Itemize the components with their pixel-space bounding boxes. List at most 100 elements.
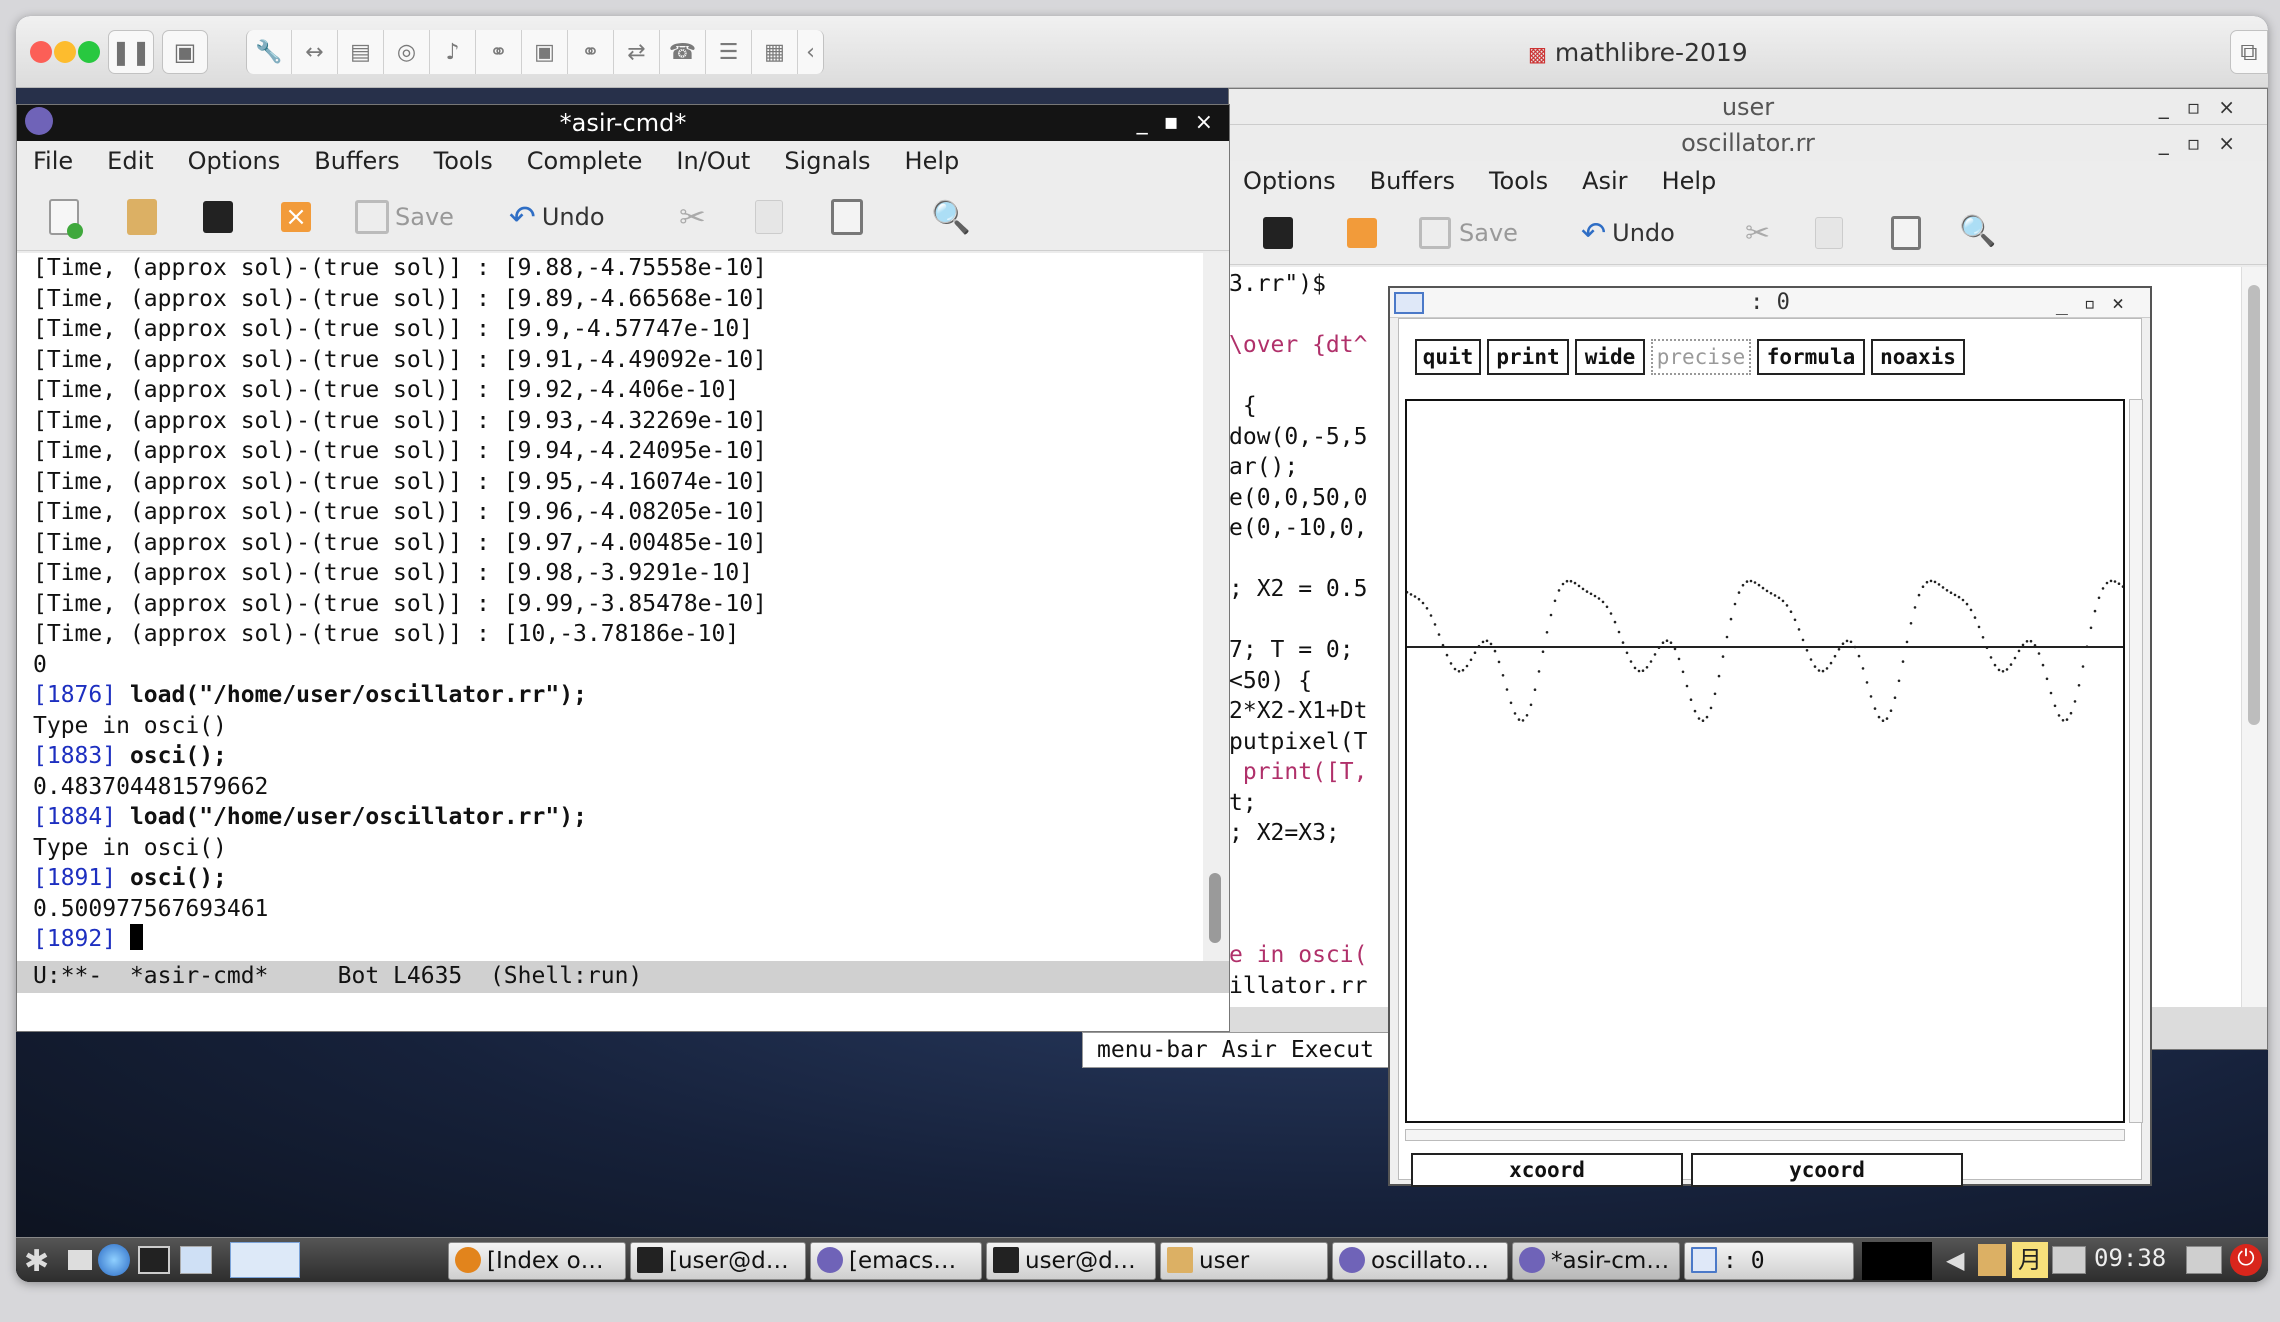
user-window-controls[interactable]: _▫× — [2159, 89, 2253, 125]
terminal-launcher-icon[interactable] — [138, 1246, 170, 1274]
plot-vscroll[interactable] — [2129, 399, 2143, 1123]
plot-point — [1593, 594, 1597, 598]
taskbar: ✱ [Index o… [user@d… [emacs… user@d… use… — [16, 1237, 2268, 1282]
task-label: user — [1199, 1248, 1250, 1274]
asir-cmd-scrollbar[interactable] — [1203, 253, 1229, 961]
menu-signals[interactable]: Signals — [784, 147, 870, 175]
menu-help[interactable]: Help — [1662, 167, 1717, 195]
open-file-icon[interactable] — [127, 197, 157, 237]
undo-button[interactable]: ↶ Undo — [1581, 213, 1675, 253]
task-oscillator[interactable]: oscillato… — [1332, 1242, 1508, 1280]
mouse-icon[interactable]: ▣ — [522, 30, 568, 74]
plot-point — [1477, 644, 1481, 648]
plot-canvas[interactable] — [1405, 399, 2125, 1123]
chevron-left-icon[interactable]: ‹ — [798, 30, 824, 74]
headphones-icon[interactable]: ⚭ — [476, 30, 522, 74]
task-emacs[interactable]: [emacs… — [810, 1242, 982, 1280]
tray-icon[interactable] — [2186, 1246, 2222, 1274]
plot-point — [1949, 591, 1953, 594]
paste-icon[interactable] — [831, 197, 863, 237]
plot-hscroll[interactable] — [1405, 1129, 2125, 1141]
floppy-icon[interactable] — [203, 197, 233, 237]
network-icon[interactable]: ◀ — [1946, 1246, 1964, 1274]
oscillator-window-controls[interactable]: _▫× — [2159, 125, 2253, 161]
window-mode-button[interactable]: ⧉ — [2230, 30, 2268, 74]
copy-icon[interactable] — [755, 197, 783, 237]
paste-icon[interactable] — [1891, 213, 1921, 253]
plot-point — [1681, 670, 1685, 674]
menu-tools[interactable]: Tools — [434, 147, 493, 175]
menu-complete[interactable]: Complete — [527, 147, 643, 175]
menu-asir[interactable]: Asir — [1582, 167, 1627, 195]
close-buffer-icon[interactable] — [1347, 213, 1377, 253]
asir-cmd-buffer[interactable]: [Time, (approx sol)-(true sol)] : [9.88,… — [17, 253, 1203, 961]
search-icon[interactable]: 🔍 — [931, 197, 971, 237]
menu-file[interactable]: File — [33, 147, 73, 175]
plot-window-controls[interactable]: _▫× — [2056, 288, 2140, 318]
menu-help[interactable]: Help — [905, 147, 960, 175]
plot-point — [1881, 719, 1885, 722]
oscillator-scrollbar[interactable] — [2241, 267, 2267, 1007]
menu-edit[interactable]: Edit — [107, 147, 153, 175]
copy-icon[interactable] — [1815, 213, 1843, 253]
plot-point — [2093, 609, 2097, 613]
start-menu-icon[interactable]: ✱ — [24, 1244, 49, 1279]
menu-in-out[interactable]: In/Out — [676, 147, 750, 175]
close-buffer-icon[interactable]: × — [281, 197, 311, 237]
new-file-icon[interactable] — [49, 197, 83, 239]
task-plot[interactable]: : 0 — [1684, 1242, 1854, 1280]
minimize-traffic-light[interactable] — [54, 41, 76, 63]
precise-button[interactable]: precise — [1651, 339, 1751, 375]
cut-icon[interactable]: ✂ — [1745, 213, 1770, 253]
folder-share-icon[interactable]: ▦ — [752, 30, 798, 74]
browser-launcher-icon[interactable] — [98, 1244, 130, 1276]
menu-buffers[interactable]: Buffers — [1370, 167, 1455, 195]
undo-button[interactable]: ↶ Undo — [509, 197, 605, 237]
wrench-icon[interactable]: 🔧 — [246, 30, 292, 74]
task-index[interactable]: [Index o… — [448, 1242, 626, 1280]
task-asir-cmd[interactable]: *asir-cm… — [1512, 1242, 1680, 1280]
pause-button[interactable]: ❚❚ — [108, 30, 154, 74]
formula-button[interactable]: formula — [1757, 339, 1865, 375]
asir-cmd-window-controls[interactable]: _▪× — [1137, 105, 1229, 141]
plot-point — [2037, 652, 2041, 655]
close-traffic-light[interactable] — [30, 41, 52, 63]
code-arrows-icon[interactable]: ↔ — [292, 30, 338, 74]
output-text: [Time, (approx sol)-(true sol)] : [9.9,-… — [33, 316, 754, 342]
save-button[interactable]: Save — [355, 197, 454, 237]
floppy-icon[interactable] — [1263, 213, 1293, 253]
menu-options[interactable]: Options — [188, 147, 281, 175]
plot-point — [1489, 642, 1493, 646]
menu-buffers[interactable]: Buffers — [314, 147, 399, 175]
drive-icon[interactable]: ▤ — [338, 30, 384, 74]
headset-icon[interactable]: ⚭ — [568, 30, 614, 74]
quit-button[interactable]: quit — [1415, 339, 1481, 375]
task-terminal-1[interactable]: [user@d… — [630, 1242, 806, 1280]
usb-icon[interactable]: ⇄ — [614, 30, 660, 74]
task-terminal-2[interactable]: user@d… — [986, 1242, 1156, 1280]
ime-indicator[interactable]: 月 — [2012, 1242, 2048, 1278]
phone-icon[interactable]: ☎ — [660, 30, 706, 74]
show-desktop-icon[interactable] — [68, 1250, 92, 1270]
power-icon[interactable]: ⏻ — [2230, 1244, 2262, 1276]
wide-button[interactable]: wide — [1575, 339, 1645, 375]
print-button[interactable]: print — [1487, 339, 1569, 375]
task-user[interactable]: user — [1160, 1242, 1328, 1280]
menu-options[interactable]: Options — [1243, 167, 1336, 195]
cut-icon[interactable]: ✂ — [679, 197, 706, 237]
list-icon[interactable]: ☰ — [706, 30, 752, 74]
speaker-icon[interactable]: ♪ — [430, 30, 476, 74]
windows-launcher-icon[interactable] — [180, 1246, 212, 1274]
snapshot-button[interactable]: ▣ — [162, 30, 208, 74]
display-icon[interactable] — [2052, 1246, 2086, 1274]
save-button[interactable]: Save — [1419, 213, 1518, 253]
search-icon[interactable]: 🔍 — [1959, 211, 1996, 251]
plot-point — [1617, 630, 1621, 634]
zoom-traffic-light[interactable] — [78, 41, 100, 63]
workspace-pager[interactable] — [230, 1242, 300, 1278]
camera-icon[interactable]: ◎ — [384, 30, 430, 74]
asir-cmd-minibuffer[interactable] — [17, 993, 1229, 1031]
menu-tools[interactable]: Tools — [1489, 167, 1548, 195]
noaxis-button[interactable]: noaxis — [1871, 339, 1965, 375]
clipboard-icon[interactable] — [1978, 1244, 2006, 1276]
